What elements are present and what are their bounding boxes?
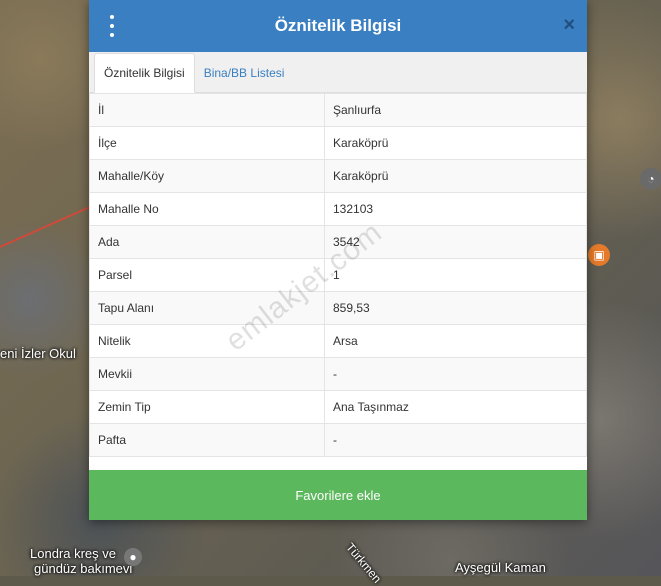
table-row: Tapu Alanı 859,53: [89, 291, 587, 325]
attribute-value: 1: [324, 258, 587, 292]
map-pin-icon[interactable]: ●: [124, 548, 142, 566]
dialog-title: Öznitelik Bilgisi: [274, 16, 402, 35]
table-row: İl Şanlıurfa: [89, 93, 587, 127]
attribute-key: Mahalle No: [89, 192, 325, 226]
attribute-key: Parsel: [89, 258, 325, 292]
attribute-value: Karaköprü: [324, 126, 587, 160]
tab-bar: Öznitelik Bilgisi Bina/BB Listesi: [89, 52, 587, 93]
attribute-key: Mahalle/Köy: [89, 159, 325, 193]
map-pin-icon[interactable]: ▣: [588, 244, 610, 266]
attribute-value: Ana Taşınmaz: [324, 390, 587, 424]
map-label-kindergarten-1: Londra kreş ve: [30, 546, 116, 561]
table-row: Mahalle No 132103: [89, 192, 587, 226]
map-road: [0, 201, 101, 248]
map-label-school: eni İzler Okul: [0, 346, 76, 361]
attribute-key: Ada: [89, 225, 325, 259]
add-favorite-button[interactable]: Favorilere ekle: [89, 470, 587, 520]
attribute-key: İlçe: [89, 126, 325, 160]
dialog-header: Öznitelik Bilgisi ×: [89, 0, 587, 52]
table-row: Mevkii -: [89, 357, 587, 391]
map-label-place: Ayşegül Kaman: [455, 560, 546, 575]
attribute-key: Nitelik: [89, 324, 325, 358]
table-row: Ada 3542: [89, 225, 587, 259]
close-icon[interactable]: ×: [563, 14, 575, 36]
table-row: Pafta -: [89, 423, 587, 457]
map-label-street: Türkmen: [343, 540, 385, 586]
table-row: Mahalle/Köy Karaköprü: [89, 159, 587, 193]
attribute-value: Karaköprü: [324, 159, 587, 193]
table-row: Nitelik Arsa: [89, 324, 587, 358]
table-row: Zemin Tip Ana Taşınmaz: [89, 390, 587, 424]
attribute-value: Şanlıurfa: [324, 93, 587, 127]
attribute-value: 3542: [324, 225, 587, 259]
tab-attribute-info[interactable]: Öznitelik Bilgisi: [94, 53, 195, 93]
table-row: İlçe Karaköprü: [89, 126, 587, 160]
attribute-value: -: [324, 423, 587, 457]
map-label-kindergarten-2: gündüz bakımevi: [34, 561, 133, 576]
attribute-info-dialog: Öznitelik Bilgisi × Öznitelik Bilgisi Bi…: [89, 0, 587, 520]
vertical-dots-icon[interactable]: [106, 15, 118, 37]
attribute-key: Tapu Alanı: [89, 291, 325, 325]
map-pin-icon[interactable]: ◔: [640, 168, 661, 190]
attribute-table: İl Şanlıurfa İlçe Karaköprü Mahalle/Köy Karak…: [89, 93, 587, 457]
attribute-value: Arsa: [324, 324, 587, 358]
attribute-key: Mevkii: [89, 357, 325, 391]
attribute-key: Pafta: [89, 423, 325, 457]
attribute-key: Zemin Tip: [89, 390, 325, 424]
tab-building-list[interactable]: Bina/BB Listesi: [195, 54, 294, 92]
attribute-value: -: [324, 357, 587, 391]
table-row: Parsel 1: [89, 258, 587, 292]
attribute-value: 132103: [324, 192, 587, 226]
attribute-key: İl: [89, 93, 325, 127]
attribute-value: 859,53: [324, 291, 587, 325]
